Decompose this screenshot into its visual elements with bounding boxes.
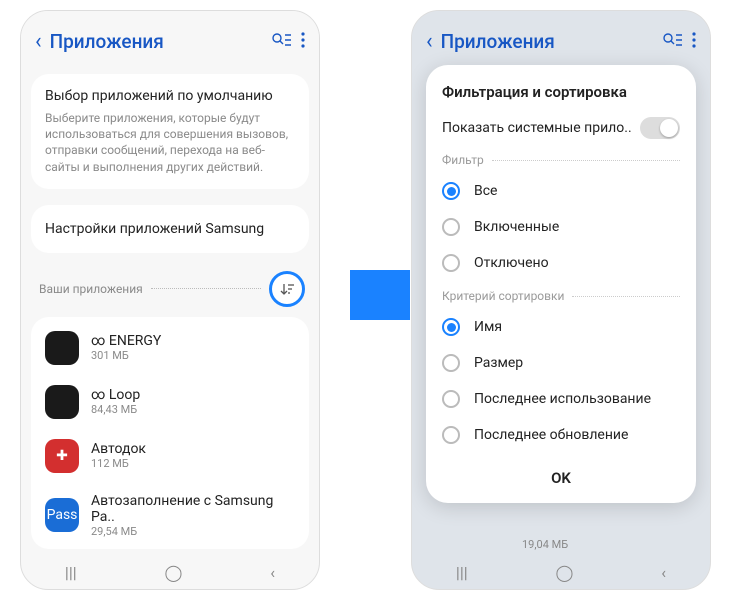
app-row[interactable]: ❋ Автоматический рисунок 22,77 МБ bbox=[31, 548, 309, 549]
app-header: ‹ Приложения bbox=[21, 11, 319, 66]
app-size: 112 МБ bbox=[91, 457, 146, 470]
app-size: 29,54 МБ bbox=[91, 525, 295, 538]
radio-label: Включенные bbox=[474, 219, 559, 235]
app-row[interactable]: ∞ ENERGY 301 МБ bbox=[31, 321, 309, 375]
app-name: ∞ ENERGY bbox=[91, 333, 161, 349]
radio-icon bbox=[442, 426, 460, 444]
radio-option[interactable]: Имя bbox=[442, 309, 680, 345]
radio-icon bbox=[442, 218, 460, 236]
app-size: 84,43 МБ bbox=[91, 403, 140, 416]
app-name: Автозаполнение с Samsung Pa.. bbox=[91, 493, 295, 525]
radio-option[interactable]: Размер bbox=[442, 345, 680, 381]
back-nav-icon[interactable]: ‹ bbox=[270, 563, 275, 582]
radio-icon bbox=[442, 318, 460, 336]
phone-left: ‹ Приложения Выбор приложений по умолчан… bbox=[20, 10, 320, 590]
android-navbar: ||| ◯ ‹ bbox=[21, 555, 319, 589]
radio-label: Последнее обновление bbox=[474, 427, 628, 443]
search-settings-icon[interactable] bbox=[271, 32, 291, 52]
radio-icon bbox=[442, 390, 460, 408]
card-title: Настройки приложений Samsung bbox=[45, 221, 295, 237]
radio-option[interactable]: Все bbox=[442, 173, 680, 209]
dialog-overlay: Фильтрация и сортировка Показать системн… bbox=[412, 11, 710, 589]
card-desc: Выберите приложения, которые будут испол… bbox=[45, 110, 295, 175]
app-row[interactable]: Pass Автозаполнение с Samsung Pa.. 29,54… bbox=[31, 483, 309, 548]
recents-icon[interactable]: ||| bbox=[65, 563, 77, 582]
phone-right: ‹ Приложения 19,04 МБ ||| ◯ ‹ Фильтрация… bbox=[411, 10, 711, 590]
back-icon[interactable]: ‹ bbox=[35, 29, 42, 54]
your-apps-header: Ваши приложения bbox=[39, 271, 305, 307]
radio-label: Имя bbox=[474, 319, 502, 335]
radio-label: Все bbox=[474, 183, 497, 199]
radio-icon bbox=[442, 182, 460, 200]
default-apps-card[interactable]: Выбор приложений по умолчанию Выберите п… bbox=[31, 74, 309, 189]
radio-option[interactable]: Отключено bbox=[442, 245, 680, 281]
app-name: ∞ Loop bbox=[91, 387, 140, 403]
app-icon: Pass bbox=[45, 498, 79, 532]
radio-option[interactable]: Последнее обновление bbox=[442, 417, 680, 453]
radio-option[interactable]: Последнее использование bbox=[442, 381, 680, 417]
more-icon[interactable] bbox=[301, 32, 305, 52]
app-name: Автодок bbox=[91, 441, 146, 457]
sort-group-label: Критерий сортировки bbox=[442, 289, 680, 303]
app-icon bbox=[45, 385, 79, 419]
app-icon bbox=[45, 331, 79, 365]
app-row[interactable]: ✚ Автодок 112 МБ bbox=[31, 429, 309, 483]
filter-group-label: Фильтр bbox=[442, 153, 680, 167]
card-title: Выбор приложений по умолчанию bbox=[45, 88, 295, 104]
app-row[interactable]: ∞ Loop 84,43 МБ bbox=[31, 375, 309, 429]
radio-icon bbox=[442, 254, 460, 272]
radio-label: Размер bbox=[474, 355, 523, 371]
radio-label: Отключено bbox=[474, 255, 549, 271]
home-icon[interactable]: ◯ bbox=[164, 563, 182, 582]
radio-icon bbox=[442, 354, 460, 372]
arrow-indicator bbox=[350, 270, 410, 320]
app-size: 301 МБ bbox=[91, 349, 161, 362]
filter-sort-dialog: Фильтрация и сортировка Показать системн… bbox=[426, 65, 696, 503]
divider bbox=[151, 288, 261, 289]
app-list: ∞ ENERGY 301 МБ ∞ Loop 84,43 МБ✚ Автодок… bbox=[31, 317, 309, 549]
radio-label: Последнее использование bbox=[474, 391, 651, 407]
samsung-apps-card[interactable]: Настройки приложений Samsung bbox=[31, 205, 309, 253]
toggle-switch[interactable] bbox=[640, 117, 680, 139]
radio-option[interactable]: Включенные bbox=[442, 209, 680, 245]
section-label: Ваши приложения bbox=[39, 282, 143, 296]
ok-button[interactable]: OK bbox=[442, 453, 680, 503]
toggle-label: Показать системные прило.. bbox=[442, 120, 632, 136]
show-system-apps-row[interactable]: Показать системные прило.. bbox=[442, 117, 680, 139]
app-icon: ✚ bbox=[45, 439, 79, 473]
sort-filter-button[interactable] bbox=[269, 271, 305, 307]
dialog-heading: Фильтрация и сортировка bbox=[442, 83, 680, 101]
page-title: Приложения bbox=[50, 30, 261, 53]
